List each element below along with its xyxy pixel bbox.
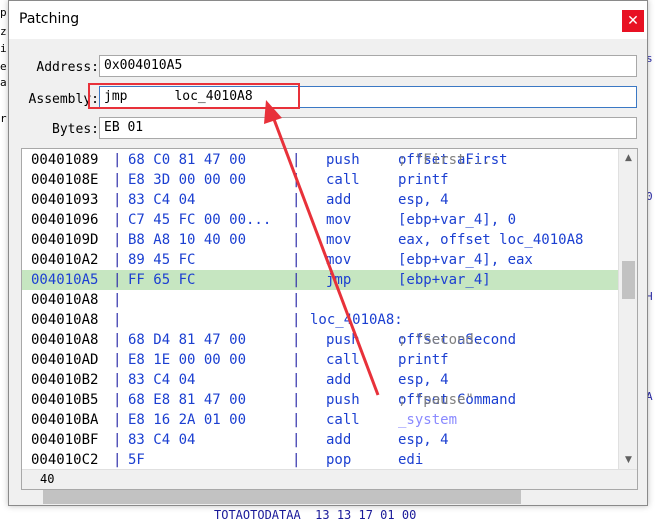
annotation-arrow: [264, 100, 380, 396]
